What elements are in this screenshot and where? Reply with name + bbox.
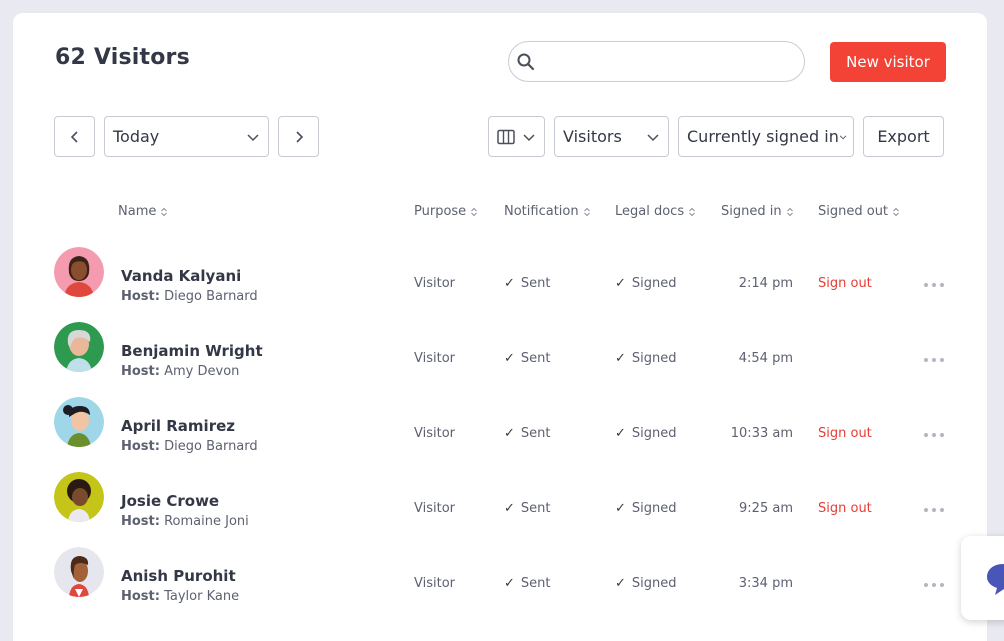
signed-in-cell: 4:54 pm [738, 351, 793, 366]
check-icon: ✓ [615, 276, 626, 291]
column-header-signed-out[interactable]: Signed out [818, 204, 900, 219]
notification-cell: ✓ Sent [504, 576, 551, 591]
purpose-cell: Visitor [414, 576, 455, 591]
signed-in-cell: 9:25 am [739, 501, 793, 516]
status-select-value: Currently signed in [687, 127, 839, 146]
more-dots-icon[interactable] [922, 431, 946, 439]
visitor-host: Host: Diego Barnard [121, 439, 258, 454]
column-header-notification[interactable]: Notification [504, 204, 591, 219]
sign-out-link[interactable]: Sign out [818, 426, 872, 441]
check-icon: ✓ [504, 276, 515, 291]
check-icon: ✓ [504, 351, 515, 366]
more-dots-icon[interactable] [922, 581, 946, 589]
chevron-down-icon [839, 135, 847, 139]
prev-day-button[interactable] [54, 116, 95, 157]
legal-docs-cell: ✓ Signed [615, 576, 677, 591]
column-header-name[interactable]: Name [118, 204, 168, 219]
check-icon: ✓ [615, 501, 626, 516]
more-dots-icon[interactable] [922, 281, 946, 289]
avatar [54, 472, 104, 522]
more-dots-icon[interactable] [922, 506, 946, 514]
chat-bubble-icon [987, 564, 1004, 595]
visitor-host: Host: Romaine Joni [121, 514, 249, 529]
page-title: 62 Visitors [55, 45, 190, 70]
search-icon [517, 53, 535, 71]
avatar [54, 322, 104, 372]
signed-in-cell: 10:33 am [730, 426, 793, 441]
date-select-value: Today [113, 127, 160, 146]
more-dots-icon[interactable] [922, 356, 946, 364]
legal-docs-cell: ✓ Signed [615, 501, 677, 516]
check-icon: ✓ [504, 501, 515, 516]
notification-cell: ✓ Sent [504, 501, 551, 516]
chevron-left-icon [70, 130, 78, 143]
new-visitor-button[interactable]: New visitor [830, 42, 946, 82]
sort-icon [893, 207, 899, 216]
check-icon: ✓ [504, 576, 515, 591]
table-header: Name Purpose Notification Legal docs Sig… [13, 204, 987, 224]
chevron-down-icon [247, 133, 259, 141]
column-header-purpose[interactable]: Purpose [414, 204, 478, 219]
check-icon: ✓ [504, 426, 515, 441]
chat-launcher[interactable] [961, 536, 1004, 620]
visitor-name[interactable]: Josie Crowe [121, 492, 219, 510]
table-row[interactable]: Benjamin Wright Host: Amy Devon Visitor … [13, 310, 987, 385]
columns-icon [497, 129, 515, 144]
table-row[interactable]: April Ramirez Host: Diego Barnard Visito… [13, 385, 987, 460]
column-header-legal-docs[interactable]: Legal docs [615, 204, 696, 219]
chevron-right-icon [295, 130, 303, 143]
check-icon: ✓ [615, 426, 626, 441]
export-label: Export [877, 127, 930, 146]
notification-cell: ✓ Sent [504, 351, 551, 366]
visitor-host: Host: Taylor Kane [121, 589, 240, 604]
visitor-type-value: Visitors [563, 127, 622, 146]
chevron-down-icon [647, 133, 659, 141]
search-input[interactable] [543, 50, 793, 74]
search-box[interactable] [508, 41, 805, 82]
visitor-host: Host: Amy Devon [121, 364, 240, 379]
purpose-cell: Visitor [414, 276, 455, 291]
next-day-button[interactable] [278, 116, 319, 157]
sort-icon [583, 207, 590, 216]
avatar [54, 397, 104, 447]
legal-docs-cell: ✓ Signed [615, 351, 677, 366]
sign-out-link[interactable]: Sign out [818, 501, 872, 516]
signed-in-cell: 3:34 pm [738, 576, 793, 591]
legal-docs-cell: ✓ Signed [615, 276, 677, 291]
sort-icon [161, 207, 168, 216]
visitor-name[interactable]: Vanda Kalyani [121, 267, 241, 285]
visitor-name[interactable]: Benjamin Wright [121, 342, 263, 360]
date-select[interactable]: Today [104, 116, 269, 157]
status-select[interactable]: Currently signed in [678, 116, 854, 157]
notification-cell: ✓ Sent [504, 276, 551, 291]
avatar [54, 247, 104, 297]
sort-icon [471, 207, 478, 216]
visitor-host: Host: Diego Barnard [121, 289, 258, 304]
purpose-cell: Visitor [414, 501, 455, 516]
table-row[interactable]: Vanda Kalyani Host: Diego Barnard Visito… [13, 235, 987, 310]
check-icon: ✓ [615, 576, 626, 591]
legal-docs-cell: ✓ Signed [615, 426, 677, 441]
chevron-down-icon [523, 133, 535, 141]
table-row[interactable]: Josie Crowe Host: Romaine Joni Visitor ✓… [13, 460, 987, 535]
sort-icon [689, 207, 695, 216]
purpose-cell: Visitor [414, 426, 455, 441]
table-row[interactable]: Anish Purohit Host: Taylor Kane Visitor … [13, 535, 987, 610]
purpose-cell: Visitor [414, 351, 455, 366]
visitor-name[interactable]: April Ramirez [121, 417, 235, 435]
check-icon: ✓ [615, 351, 626, 366]
sign-out-link[interactable]: Sign out [818, 276, 872, 291]
notification-cell: ✓ Sent [504, 426, 551, 441]
avatar [54, 547, 104, 597]
visitors-card: 62 Visitors New visitor Today Visitors C… [13, 13, 987, 641]
signed-in-cell: 2:14 pm [738, 276, 793, 291]
sort-icon [786, 207, 793, 216]
export-button[interactable]: Export [863, 116, 944, 157]
visitor-name[interactable]: Anish Purohit [121, 567, 236, 585]
column-header-signed-in[interactable]: Signed in [721, 204, 794, 219]
columns-select[interactable] [488, 116, 545, 157]
visitor-type-select[interactable]: Visitors [554, 116, 669, 157]
